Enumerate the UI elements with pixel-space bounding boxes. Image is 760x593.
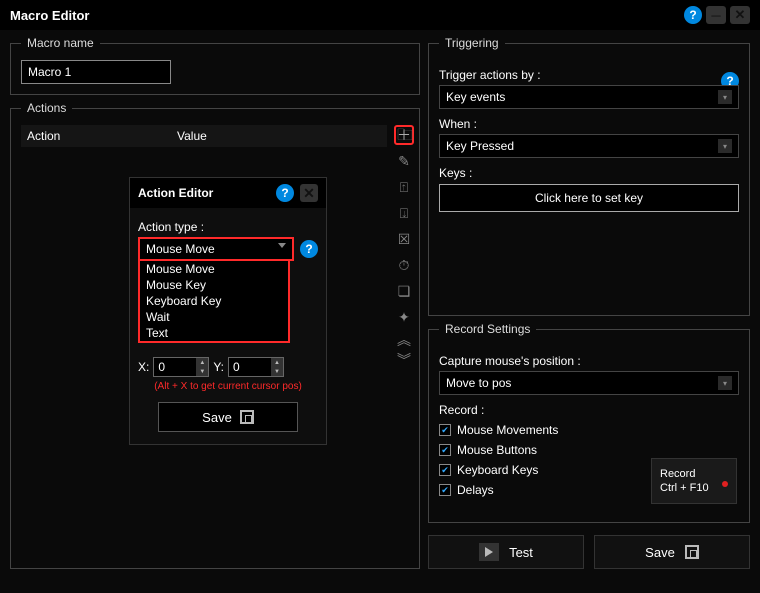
record-button[interactable]: Record Ctrl + F10: [651, 458, 737, 504]
play-icon: [479, 543, 499, 561]
insert-below-icon[interactable]: ⍗: [394, 203, 414, 223]
record-btn-line1: Record: [660, 468, 728, 480]
help-icon[interactable]: ?: [684, 6, 702, 24]
macro-name-group: Macro name: [10, 36, 420, 95]
action-type-dropdown: Mouse Move Mouse Key Keyboard Key Wait T…: [138, 261, 290, 343]
macro-name-input[interactable]: [21, 60, 171, 84]
when-label: When :: [439, 117, 739, 131]
clear-icon[interactable]: ✦: [394, 307, 414, 327]
capture-value: Move to pos: [446, 376, 511, 390]
dropdown-option[interactable]: Wait: [140, 309, 288, 325]
test-label: Test: [509, 545, 533, 560]
save-icon: [240, 410, 254, 424]
test-button[interactable]: Test: [428, 535, 584, 569]
down-arrows-icon[interactable]: ︾: [394, 353, 414, 367]
actions-legend: Actions: [21, 101, 72, 115]
action-editor-help-icon[interactable]: ?: [276, 184, 294, 202]
when-value: Key Pressed: [446, 139, 514, 153]
chevron-down-icon: ▾: [718, 90, 732, 104]
x-spin-down[interactable]: ▼: [196, 367, 208, 376]
y-label: Y:: [213, 360, 224, 374]
capture-select[interactable]: Move to pos ▾: [439, 371, 739, 395]
col-action-header: Action: [27, 129, 177, 143]
folder-icon[interactable]: 🗀: [397, 124, 413, 151]
dropdown-option[interactable]: Mouse Key: [140, 277, 288, 293]
chevron-down-icon: ▾: [718, 139, 732, 153]
action-editor-save-button[interactable]: Save: [158, 402, 298, 432]
set-key-button[interactable]: Click here to set key: [439, 184, 739, 212]
record-label: Record :: [439, 403, 739, 417]
save-label: Save: [645, 545, 675, 560]
trigger-by-label: Trigger actions by :: [439, 68, 739, 82]
check-label: Keyboard Keys: [457, 463, 538, 477]
actions-group: Actions Action Value ＋ ✎ ⍐ ⍗ ☒ ⏱ ❏ ✦ ︽ ︾…: [10, 101, 420, 569]
trigger-by-select[interactable]: Key events ▾: [439, 85, 739, 109]
record-btn-line2: Ctrl + F10: [660, 482, 728, 494]
ae-save-label: Save: [202, 410, 232, 425]
actions-toolbar: ＋ ✎ ⍐ ⍗ ☒ ⏱ ❏ ✦ ︽ ︾: [393, 125, 415, 367]
check-mouse-buttons[interactable]: ✔ Mouse Buttons: [439, 443, 739, 457]
dropdown-option[interactable]: Mouse Move: [140, 261, 288, 277]
dropdown-option[interactable]: Keyboard Key: [140, 293, 288, 309]
save-button[interactable]: Save: [594, 535, 750, 569]
check-label: Delays: [457, 483, 494, 497]
y-spin-up[interactable]: ▲: [271, 358, 283, 367]
triggering-group: Triggering ? Trigger actions by : Key ev…: [428, 36, 750, 316]
record-dot-icon: [722, 481, 728, 487]
x-spin-up[interactable]: ▲: [196, 358, 208, 367]
minimize-button[interactable]: ─: [706, 6, 726, 24]
save-icon: [685, 545, 699, 559]
up-arrows-icon[interactable]: ︽: [394, 333, 414, 347]
action-editor-panel: Action Editor ? ✕ Action type : Mouse Mo…: [129, 177, 327, 445]
action-editor-title: Action Editor: [138, 186, 270, 200]
close-button[interactable]: ✕: [730, 6, 750, 24]
checkbox-icon: ✔: [439, 464, 451, 476]
chevron-down-icon: [278, 243, 286, 248]
action-type-select[interactable]: Mouse Move: [138, 237, 294, 261]
col-value-header: Value: [177, 129, 381, 143]
checkbox-icon: ✔: [439, 484, 451, 496]
insert-above-icon[interactable]: ⍐: [394, 177, 414, 197]
x-label: X:: [138, 360, 149, 374]
action-editor-close-button[interactable]: ✕: [300, 184, 318, 202]
triggering-legend: Triggering: [439, 36, 505, 50]
check-mouse-movements[interactable]: ✔ Mouse Movements: [439, 423, 739, 437]
chevron-down-icon: ▾: [718, 376, 732, 390]
keys-label: Keys :: [439, 166, 739, 180]
cursor-hint: (Alt + X to get current cursor pos): [138, 381, 318, 392]
macro-name-legend: Macro name: [21, 36, 100, 50]
trigger-by-value: Key events: [446, 90, 505, 104]
capture-label: Capture mouse's position :: [439, 354, 739, 368]
check-label: Mouse Buttons: [457, 443, 537, 457]
window-title: Macro Editor: [10, 8, 684, 23]
actions-header: Action Value: [21, 125, 387, 147]
check-label: Mouse Movements: [457, 423, 558, 437]
record-settings-legend: Record Settings: [439, 322, 536, 336]
action-type-help-icon[interactable]: ?: [300, 240, 318, 258]
record-settings-group: Record Settings Capture mouse's position…: [428, 322, 750, 523]
duplicate-icon[interactable]: ❏: [394, 281, 414, 301]
when-select[interactable]: Key Pressed ▾: [439, 134, 739, 158]
delete-action-icon[interactable]: ☒: [394, 229, 414, 249]
checkbox-icon: ✔: [439, 424, 451, 436]
titlebar: Macro Editor ? ─ ✕: [0, 0, 760, 30]
action-type-label: Action type :: [138, 220, 318, 234]
timer-icon[interactable]: ⏱: [394, 255, 414, 275]
action-type-value: Mouse Move: [146, 242, 215, 256]
y-spin-down[interactable]: ▼: [271, 367, 283, 376]
checkbox-icon: ✔: [439, 444, 451, 456]
edit-action-icon[interactable]: ✎: [394, 151, 414, 171]
dropdown-option[interactable]: Text: [140, 325, 288, 341]
